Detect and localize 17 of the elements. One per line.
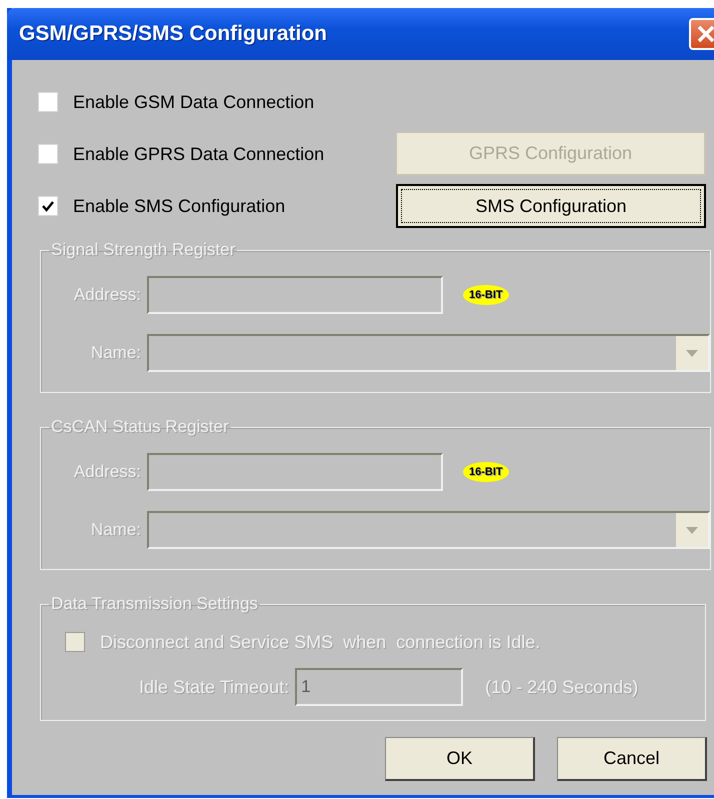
checkbox-label[interactable]: Enable GPRS Data Connection xyxy=(73,144,324,164)
bit-badge: 16-BIT xyxy=(463,285,509,305)
checkbox-label[interactable]: Enable GSM Data Connection xyxy=(73,92,314,112)
group-title: CsCAN Status Register xyxy=(50,417,230,437)
window-title: GSM/GPRS/SMS Configuration xyxy=(19,22,327,46)
close-button[interactable] xyxy=(689,18,714,50)
bit-badge: 16-BIT xyxy=(463,462,509,482)
close-icon xyxy=(696,24,714,44)
group-title: Data Transmission Settings xyxy=(50,594,259,614)
dialog-button[interactable]: OK xyxy=(385,737,535,781)
dialog-button[interactable]: Cancel xyxy=(557,737,707,781)
dropdown-arrow-icon xyxy=(686,350,698,356)
check-icon xyxy=(42,200,54,212)
configuration-button[interactable]: SMS Configuration xyxy=(396,184,706,228)
group-title: Signal Strength Register xyxy=(50,240,236,260)
dropdown-arrow-icon xyxy=(686,526,698,534)
checkbox-label[interactable]: Enable SMS Configuration xyxy=(73,196,286,216)
